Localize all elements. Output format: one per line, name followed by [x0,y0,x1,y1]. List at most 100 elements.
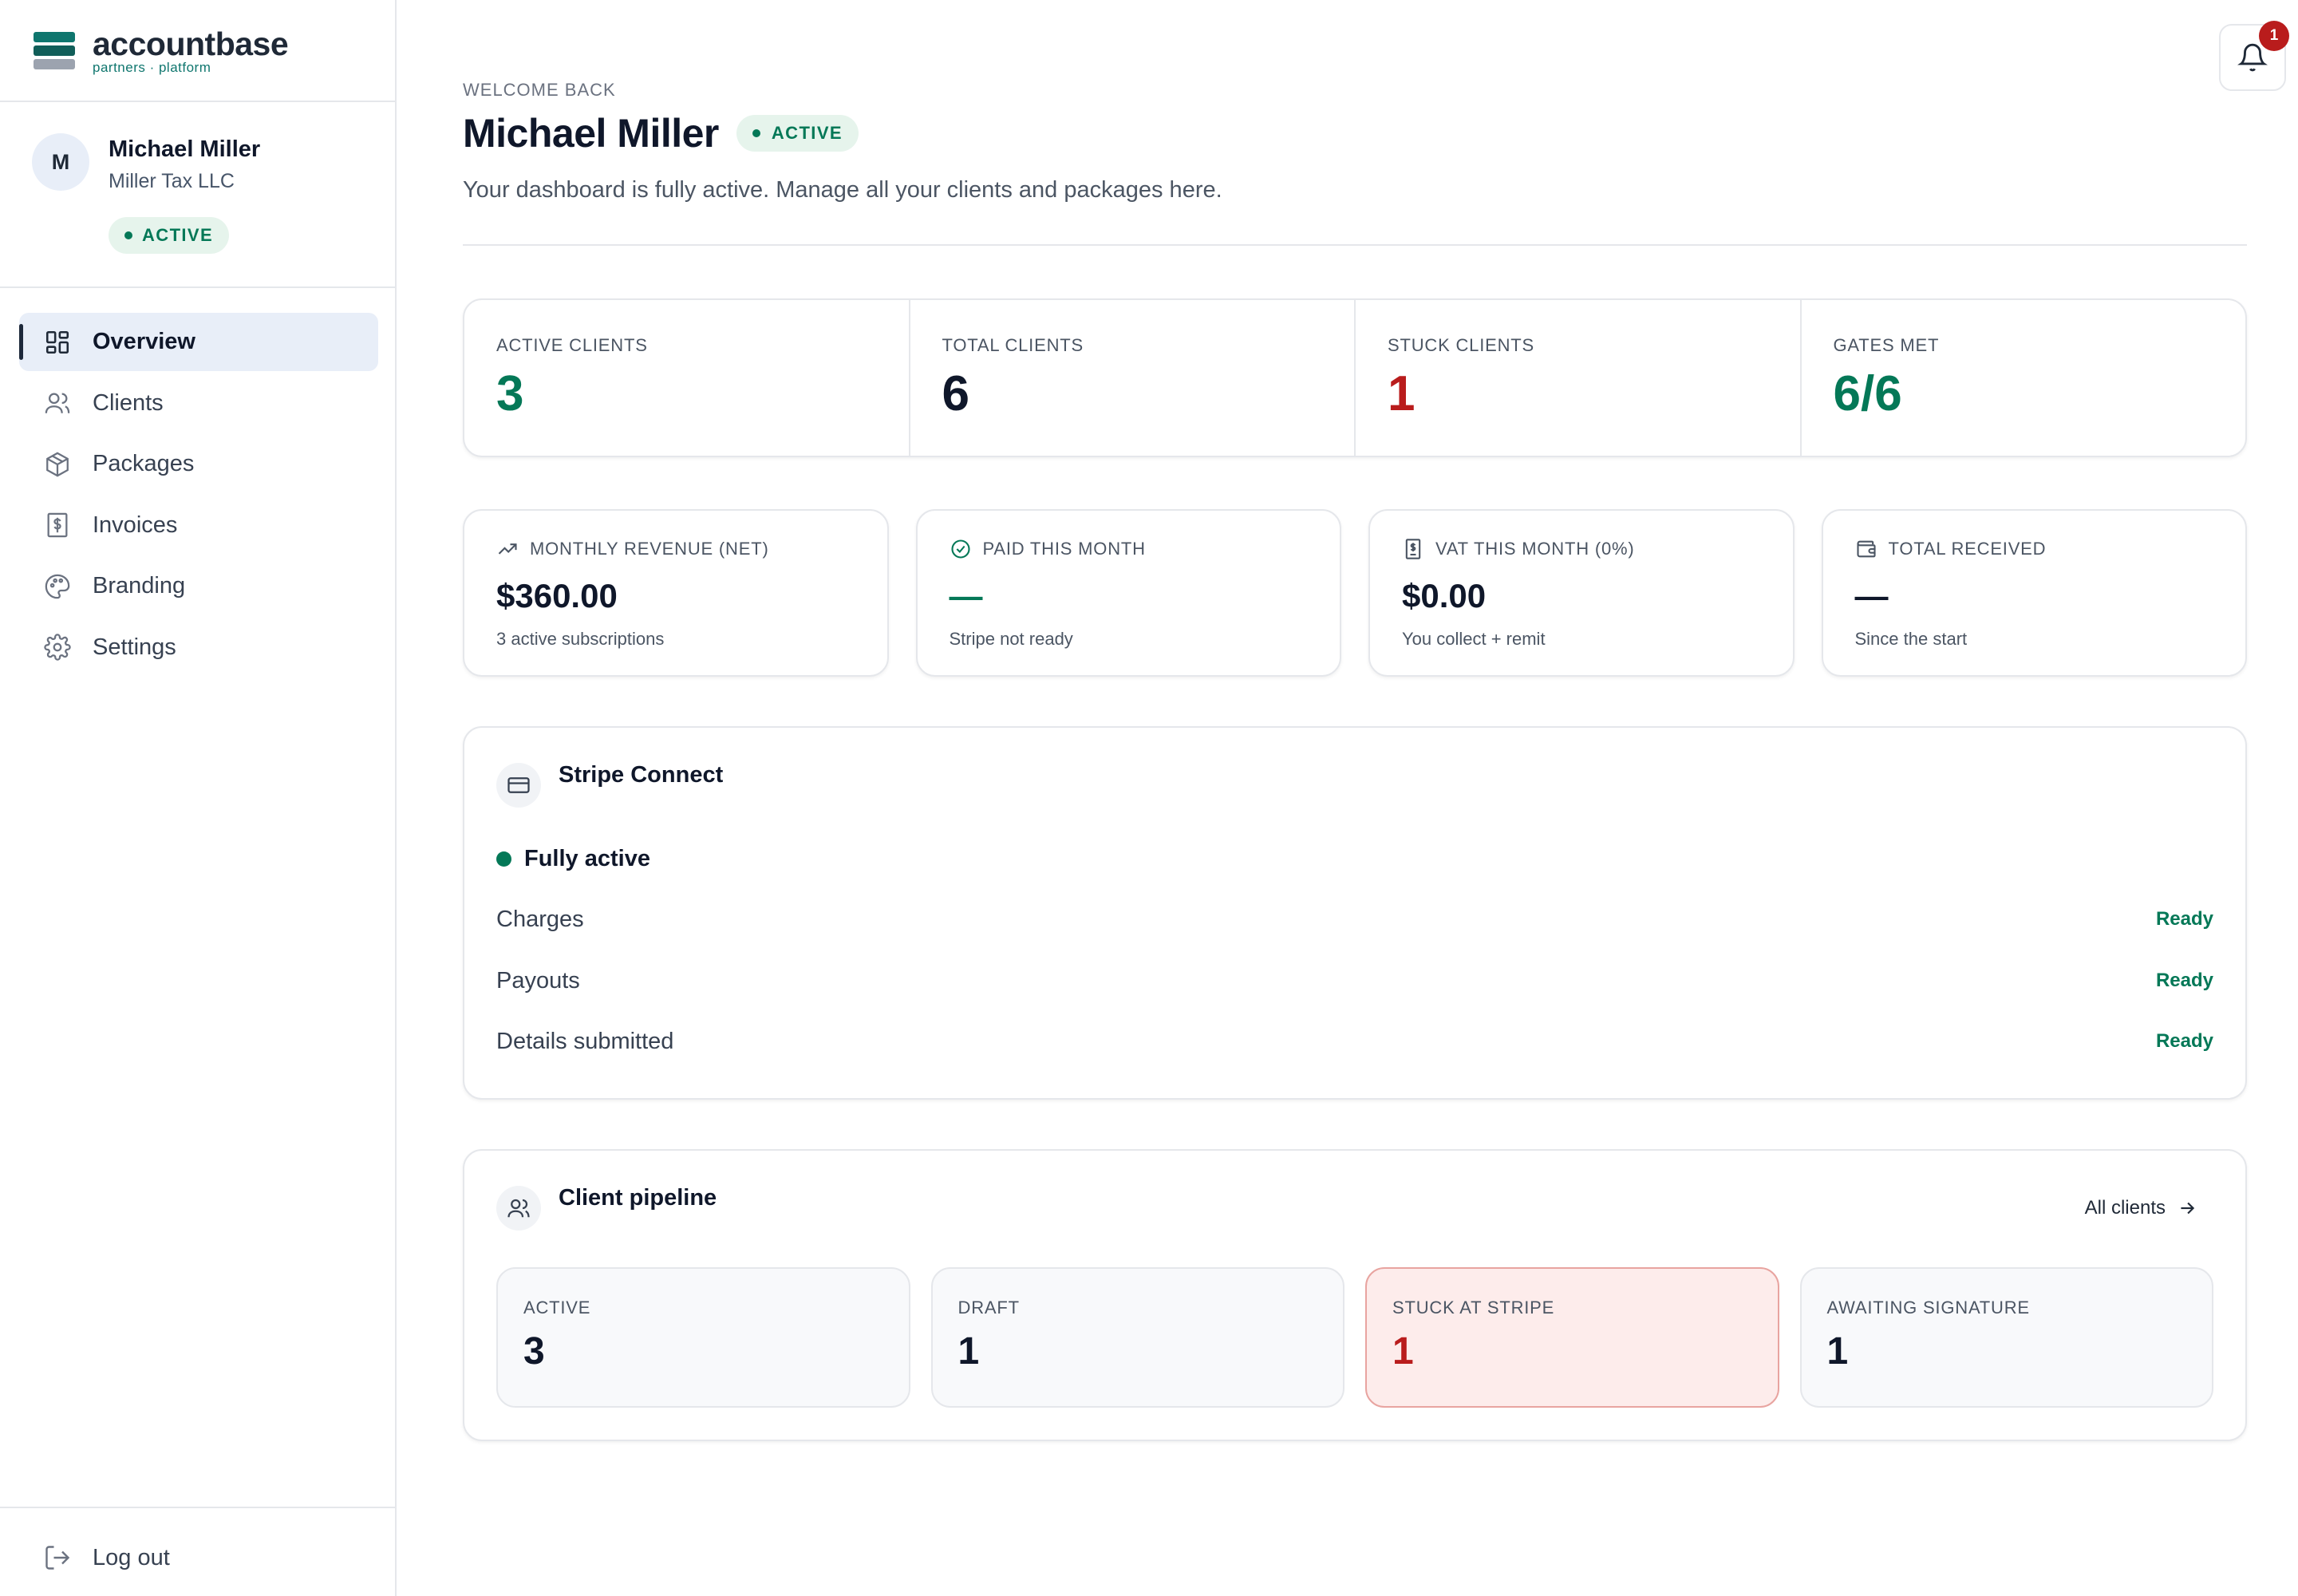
sidebar-item-overview[interactable]: Overview [19,313,378,371]
sidebar-item-label: Overview [93,329,195,354]
stat-label: TOTAL CLIENTS [942,335,1084,355]
users-icon [43,389,72,417]
card-note: Since the start [1854,629,1968,649]
stat-label: GATES MET [1833,335,1940,355]
trending-up-icon [498,543,517,555]
all-clients-label: All clients [2084,1197,2166,1219]
stripe-row-payouts: Payouts Ready [496,965,2213,997]
dollar-receipt-icon [43,511,72,539]
sidebar-item-branding[interactable]: Branding [19,557,378,615]
pipeline-label: ACTIVE [523,1298,591,1317]
notifications-button[interactable]: 1 [2219,21,2289,91]
row-status: Ready [2155,1030,2213,1052]
profile-company: Miller Tax LLC [109,170,235,192]
check-circle-icon [950,539,970,559]
stat-total-clients: TOTAL CLIENTS 6 [910,300,1356,456]
row-label: Details submitted [496,1028,674,1054]
stat-value: 6/6 [1833,366,1902,421]
card-note: 3 active subscriptions [496,629,665,649]
client-pipeline-panel: Client pipeline All clients ACTIVE 3 DRA… [463,1149,2247,1441]
panel-title: Stripe Connect [559,762,724,788]
pipeline-card-draft[interactable]: DRAFT 1 [930,1267,1344,1408]
stripe-connect-panel: Stripe Connect Fully active Charges Read… [463,726,2247,1100]
stripe-row-details-submitted: Details submitted Ready [496,1025,2213,1057]
card-label: TOTAL RECEIVED [1888,539,2047,559]
arrow-right-icon [2181,1202,2195,1215]
pipeline-label: AWAITING SIGNATURE [1826,1298,2030,1317]
status-badge: ACTIVE [109,217,230,254]
logout-label: Log out [93,1544,170,1570]
stripe-row-charges: Charges Ready [496,903,2213,935]
card-value: $360.00 [496,577,618,614]
status-dot-icon [496,851,511,867]
gear-icon [43,633,72,662]
pipeline-label: DRAFT [958,1298,1020,1317]
stat-value: 6 [942,366,969,421]
client-stats: ACTIVE CLIENTS 3 TOTAL CLIENTS 6 STUCK C… [463,298,2247,457]
row-status: Ready [2155,908,2213,930]
pipeline-count: 3 [523,1330,545,1373]
card-value: — [1854,577,1889,614]
pipeline-count: 1 [1826,1330,1849,1373]
all-clients-link[interactable]: All clients [2085,1197,2197,1219]
profile-name: Michael Miller [109,136,261,162]
logout-button[interactable]: Log out [43,1539,170,1576]
sidebar-nav: Overview Clients Packages Invoices Brand… [19,313,378,679]
notification-count-badge: 1 [2259,21,2289,51]
card-total-received: TOTAL RECEIVED — Since the start [1821,509,2247,677]
stat-active-clients: ACTIVE CLIENTS 3 [464,300,910,456]
welcome-eyebrow: WELCOME BACK [463,80,616,100]
wallet-icon [1856,540,1876,558]
row-label: Charges [496,906,584,932]
pipeline-card-active[interactable]: ACTIVE 3 [496,1267,910,1408]
stripe-status: Fully active [496,846,650,872]
brand-logo[interactable]: accountbase partners · platform [34,26,289,75]
divider [0,1507,397,1508]
users-icon [496,1186,541,1231]
grid-icon [43,328,72,357]
card-label: VAT THIS MONTH (0%) [1435,539,1635,559]
logout-icon [45,1546,70,1570]
pipeline-count: 1 [958,1330,980,1373]
pipeline-card-stuck-at-stripe[interactable]: STUCK AT STRIPE 1 [1365,1267,1779,1408]
pipeline-cards: ACTIVE 3 DRAFT 1 STUCK AT STRIPE 1 AWAIT… [496,1267,2213,1408]
sidebar-item-packages[interactable]: Packages [19,435,378,493]
page-title: Michael Miller [463,111,719,156]
brand-name: accountbase [93,26,289,62]
stat-label: ACTIVE CLIENTS [496,335,648,355]
revenue-cards: MONTHLY REVENUE (NET) $360.00 3 active s… [463,509,2247,677]
stat-value: 1 [1388,366,1416,421]
stat-gates-met: GATES MET 6/6 [1802,300,2246,456]
status-dot-icon [124,231,132,239]
logo-icon [34,32,75,70]
card-vat-this-month: VAT THIS MONTH (0%) $0.00 You collect + … [1368,509,1795,677]
stripe-status-label: Fully active [524,846,650,871]
card-label: MONTHLY REVENUE (NET) [530,539,769,559]
palette-icon [43,572,72,601]
card-paid-this-month: PAID THIS MONTH — Stripe not ready [915,509,1341,677]
pipeline-card-awaiting-signature[interactable]: AWAITING SIGNATURE 1 [1799,1267,2213,1408]
pipeline-label: STUCK AT STRIPE [1392,1298,1555,1317]
status-dot-icon [752,129,760,137]
card-label: PAID THIS MONTH [982,539,1146,559]
sidebar: accountbase partners · platform M Michae… [0,0,397,1596]
sidebar-item-clients[interactable]: Clients [19,374,378,433]
row-label: Payouts [496,967,580,994]
row-status: Ready [2155,970,2213,991]
card-monthly-revenue: MONTHLY REVENUE (NET) $360.00 3 active s… [463,509,889,677]
status-badge: ACTIVE [736,115,859,152]
status-badge-label: ACTIVE [771,123,843,143]
sidebar-item-label: Branding [93,573,186,598]
status-badge-label: ACTIVE [142,225,214,245]
sidebar-item-invoices[interactable]: Invoices [19,496,378,555]
card-note: You collect + remit [1402,629,1546,649]
stat-label: STUCK CLIENTS [1388,335,1534,355]
panel-title: Client pipeline [559,1185,717,1211]
avatar: M [32,133,89,191]
sidebar-item-settings[interactable]: Settings [19,618,378,677]
card-value: — [949,577,983,614]
receipt-icon [1405,539,1421,559]
divider [0,286,397,288]
divider [463,244,2247,246]
card-note: Stripe not ready [949,629,1073,649]
